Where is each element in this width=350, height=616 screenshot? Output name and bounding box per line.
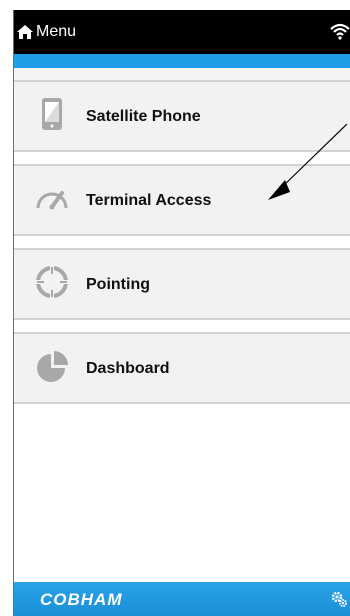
wifi-icon	[330, 23, 350, 40]
home-icon[interactable]	[16, 24, 34, 40]
pie-chart-icon	[37, 351, 68, 382]
divider-strip	[14, 68, 350, 80]
footer-bar: COBHAM	[14, 582, 350, 616]
menu-title[interactable]: Menu	[36, 23, 76, 41]
menu-item-label: Pointing	[86, 276, 150, 293]
menu-item-label: Satellite Phone	[86, 108, 201, 125]
crosshair-icon	[35, 265, 69, 299]
brand-logo: COBHAM	[40, 590, 123, 609]
app-window: Menu Satellite Phone Terminal Access Poi…	[13, 10, 350, 616]
top-bar: Menu	[14, 10, 350, 54]
menu-item-label: Dashboard	[86, 360, 170, 377]
menu-item-dashboard[interactable]: Dashboard	[14, 332, 350, 404]
gauge-icon	[36, 191, 68, 210]
menu-item-pointing[interactable]: Pointing	[14, 248, 350, 320]
phone-tablet-icon	[42, 98, 62, 130]
menu-item-label: Terminal Access	[86, 192, 212, 209]
accent-bar	[14, 54, 350, 68]
gears-icon[interactable]	[330, 590, 348, 608]
menu-item-terminal-access[interactable]: Terminal Access	[14, 164, 350, 236]
menu-item-satellite-phone[interactable]: Satellite Phone	[14, 80, 350, 152]
